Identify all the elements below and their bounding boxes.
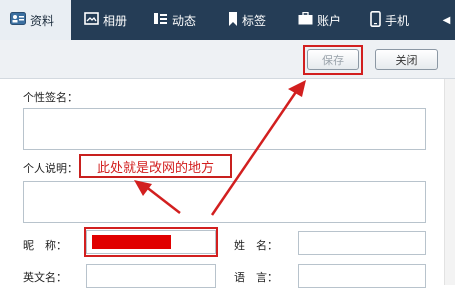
briefcase-icon [298, 11, 313, 28]
name-label: 姓 名： [234, 239, 278, 252]
tab-scroll-left-icon[interactable]: ◀ [438, 0, 455, 40]
profile-card-icon [10, 12, 26, 28]
tab-phone[interactable]: 手机 [370, 0, 409, 40]
tab-tags[interactable]: 标签 [228, 0, 266, 40]
tab-label: 动态 [172, 13, 197, 28]
annotation-label: 此处就是改网的地方 [79, 154, 232, 178]
phone-icon [370, 10, 381, 30]
description-label: 个人说明： [23, 162, 78, 175]
tab-label: 账户 [317, 13, 342, 28]
name-input[interactable] [298, 231, 426, 255]
nickname-highlight-box [84, 227, 218, 257]
tab-label: 资料 [30, 13, 55, 28]
bookmark-icon [228, 11, 238, 29]
tab-feed[interactable]: 动态 [153, 0, 196, 40]
photo-album-icon [84, 12, 99, 28]
tab-label: 手机 [385, 13, 410, 28]
description-input[interactable] [23, 181, 426, 223]
tab-album[interactable]: 相册 [84, 0, 127, 40]
signature-input[interactable] [23, 108, 426, 150]
language-input[interactable] [298, 264, 426, 288]
vertical-scrollbar[interactable] [444, 79, 455, 285]
signature-label: 个性签名： [23, 91, 78, 104]
english-name-input[interactable] [86, 264, 216, 288]
language-label: 语 言： [234, 271, 278, 284]
tab-account[interactable]: 账户 [298, 0, 341, 40]
nickname-label: 昵 称： [23, 239, 67, 252]
feed-list-icon [153, 12, 168, 28]
tab-bar: 资料 相册 动态 标签 账户 手机 ◀ [0, 0, 455, 40]
tab-profile[interactable]: 资料 [0, 0, 71, 40]
tab-label: 标签 [242, 13, 267, 28]
tab-label: 相册 [103, 13, 128, 28]
english-name-label: 英文名： [23, 271, 67, 284]
save-highlight-box [303, 45, 363, 75]
close-button[interactable]: 关闭 [375, 49, 438, 70]
